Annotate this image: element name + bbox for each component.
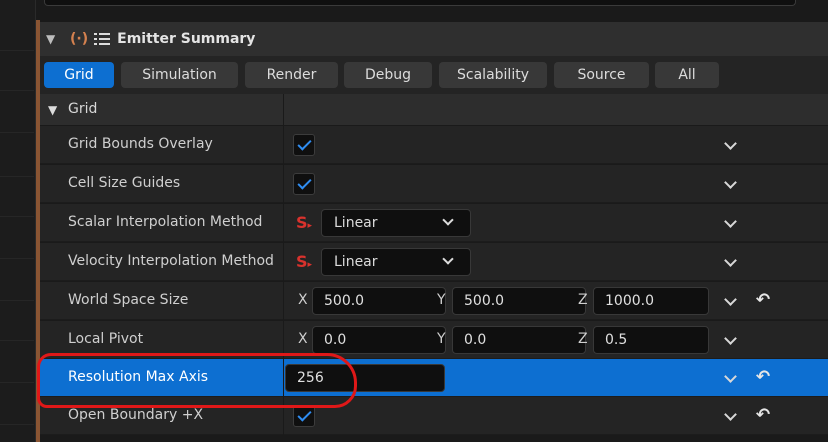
property-row-open-boundary-x: Open Boundary +X ↶: [40, 397, 828, 435]
gutter-divider: [0, 216, 34, 217]
property-label: Resolution Max Axis: [68, 369, 209, 385]
emitter-summary-header[interactable]: ▼ (·) Emitter Summary: [40, 22, 828, 56]
tab-source[interactable]: Source: [554, 62, 649, 88]
world-size-x-input[interactable]: 500.0: [312, 287, 446, 315]
column-divider: [283, 397, 284, 435]
column-divider: [283, 321, 284, 359]
property-row-resolution-max-axis[interactable]: Resolution Max Axis 256 ↶: [40, 359, 828, 397]
chevron-down-icon[interactable]: [724, 215, 737, 228]
x-axis-label: X: [298, 292, 308, 308]
y-axis-label: Y: [437, 331, 446, 347]
chevron-down-icon[interactable]: [724, 137, 737, 150]
cell-size-guides-checkbox[interactable]: [293, 173, 315, 195]
column-divider: [283, 165, 284, 203]
z-axis-label: Z: [578, 292, 588, 308]
emitter-icon: (·): [70, 31, 89, 47]
top-input-field[interactable]: [44, 0, 796, 6]
input-value: 1000.0: [605, 293, 654, 309]
chevron-down-icon[interactable]: [724, 370, 737, 383]
property-label: Velocity Interpolation Method: [68, 253, 274, 269]
gutter-divider: [0, 176, 34, 177]
gutter-divider: [0, 424, 34, 425]
left-gutter: [0, 0, 36, 442]
gutter-divider: [0, 340, 34, 341]
property-row-world-space-size: World Space Size X 500.0 Y 500.0 Z 1000.…: [40, 282, 828, 320]
grid-bounds-overlay-checkbox[interactable]: [293, 134, 315, 156]
chevron-down-icon: [442, 253, 454, 265]
panel-title: Emitter Summary: [117, 31, 256, 47]
chevron-down-icon[interactable]: [724, 408, 737, 421]
list-icon: [94, 32, 111, 46]
input-value: 0.0: [324, 332, 347, 348]
reset-to-default-icon[interactable]: ↶: [753, 290, 773, 310]
column-divider: [283, 359, 284, 397]
property-row-grid-bounds-overlay: Grid Bounds Overlay: [40, 126, 828, 164]
property-row-local-pivot: Local Pivot X 0.0 Y 0.0 Z 0.5: [40, 321, 828, 359]
enum-icon: S▸: [296, 252, 313, 271]
gutter-divider: [0, 300, 34, 301]
local-pivot-x-input[interactable]: 0.0: [312, 326, 446, 354]
gutter-divider: [0, 258, 34, 259]
dropdown-value: Linear: [334, 254, 378, 270]
input-value: 500.0: [464, 293, 505, 309]
tab-all[interactable]: All: [655, 62, 719, 88]
tab-debug[interactable]: Debug: [344, 62, 432, 88]
x-axis-label: X: [298, 331, 308, 347]
chevron-down-icon[interactable]: [724, 293, 737, 306]
tab-grid[interactable]: Grid: [44, 62, 114, 88]
column-divider: [283, 126, 284, 164]
column-divider: [283, 243, 284, 281]
chevron-down-icon[interactable]: ▼: [46, 32, 60, 46]
tab-scalability[interactable]: Scalability: [439, 62, 547, 88]
tab-simulation[interactable]: Simulation: [121, 62, 238, 88]
input-value: 500.0: [324, 293, 365, 309]
chevron-down-icon[interactable]: ▼: [48, 103, 57, 117]
resolution-max-axis-input[interactable]: 256: [285, 364, 445, 392]
chevron-down-icon[interactable]: [724, 254, 737, 267]
column-divider: [283, 94, 284, 126]
world-size-y-input[interactable]: 500.0: [452, 287, 586, 315]
gutter-divider: [0, 50, 34, 51]
property-row-cell-size-guides: Cell Size Guides: [40, 165, 828, 203]
property-row-scalar-interpolation: Scalar Interpolation Method S▸ Linear: [40, 204, 828, 242]
reset-to-default-icon[interactable]: ↶: [753, 367, 773, 387]
property-label: Local Pivot: [68, 331, 144, 347]
velocity-interpolation-dropdown[interactable]: Linear: [321, 248, 471, 276]
local-pivot-y-input[interactable]: 0.0: [452, 326, 586, 354]
z-axis-label: Z: [578, 331, 588, 347]
gutter-divider: [0, 132, 34, 133]
chevron-down-icon[interactable]: [724, 332, 737, 345]
grid-section-header[interactable]: ▼ Grid: [40, 94, 828, 126]
input-value: 256: [297, 370, 324, 386]
gutter-divider: [0, 90, 34, 91]
y-axis-label: Y: [437, 292, 446, 308]
input-value: 0.0: [464, 332, 487, 348]
column-divider: [283, 204, 284, 242]
category-tabs: Grid Simulation Render Debug Scalability…: [40, 56, 828, 94]
world-size-z-input[interactable]: 1000.0: [593, 287, 709, 315]
column-divider: [283, 282, 284, 320]
property-label: Grid Bounds Overlay: [68, 136, 213, 152]
local-pivot-z-input[interactable]: 0.5: [593, 326, 709, 354]
dropdown-value: Linear: [334, 215, 378, 231]
gutter-divider: [0, 382, 34, 383]
tab-render[interactable]: Render: [245, 62, 338, 88]
open-boundary-x-checkbox[interactable]: [293, 405, 315, 427]
input-value: 0.5: [605, 332, 628, 348]
property-label: Open Boundary +X: [68, 407, 204, 423]
property-label: World Space Size: [68, 292, 189, 308]
enum-icon: S▸: [296, 213, 313, 232]
section-label: Grid: [68, 101, 98, 117]
scalar-interpolation-dropdown[interactable]: Linear: [321, 209, 471, 237]
chevron-down-icon: [442, 214, 454, 226]
reset-to-default-icon[interactable]: ↶: [753, 405, 773, 425]
property-row-velocity-interpolation: Velocity Interpolation Method S▸ Linear: [40, 243, 828, 281]
chevron-down-icon[interactable]: [724, 176, 737, 189]
property-label: Cell Size Guides: [68, 175, 181, 191]
property-label: Scalar Interpolation Method: [68, 214, 263, 230]
